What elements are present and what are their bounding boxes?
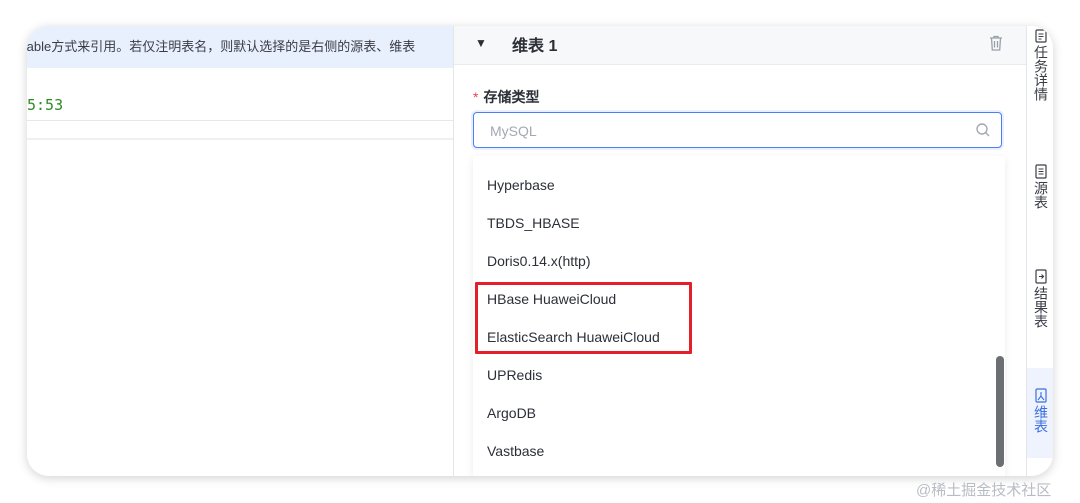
right-side-rail: 任务详情 源表 结果表 维表 [1026, 26, 1053, 476]
info-banner: table方式来引用。若仅注明表名，则默认选择的是右侧的源表、维表 [27, 26, 453, 68]
dropdown-option[interactable]: UPRedis [473, 356, 993, 394]
rail-item-label: 结果表 [1033, 286, 1049, 328]
editor-pane: table方式来引用。若仅注明表名，则默认选择的是右侧的源表、维表 5:53 [27, 26, 453, 476]
storage-type-label-text: 存储类型 [483, 89, 540, 105]
task-details-icon [1034, 29, 1047, 43]
dropdown-option[interactable]: TBDS_HBASE [473, 204, 993, 242]
collapse-caret-icon[interactable]: ▼ [475, 36, 487, 50]
app-window: table方式来引用。若仅注明表名，则默认选择的是右侧的源表、维表 5:53 ▼… [27, 26, 1053, 476]
result-table-icon [1034, 269, 1047, 284]
dropdown-option[interactable]: ArgoDB [473, 394, 993, 432]
storage-type-search-input[interactable] [488, 122, 962, 140]
storage-type-label: * 存储类型 [473, 87, 539, 107]
dropdown-scrollbar-thumb[interactable] [996, 356, 1004, 467]
rail-item-dimension-table[interactable]: 维表 [1027, 368, 1053, 458]
divider [27, 120, 453, 121]
required-mark: * [473, 89, 479, 105]
dropdown-option[interactable]: Doris0.14.x(http) [473, 242, 993, 280]
divider [27, 138, 453, 140]
dimension-table-panel: ▼ 维表 1 *存储类型 Hyperbase TBDS_HBASE Doris0… [454, 26, 1026, 476]
rail-item-label: 任务详情 [1033, 45, 1049, 101]
highlight-annotation-box [475, 282, 692, 354]
rail-item-label: 源表 [1033, 181, 1049, 209]
rail-item-source-table[interactable]: 源表 [1027, 164, 1053, 234]
rail-item-label: 维表 [1033, 405, 1049, 433]
panel-header: ▼ 维表 1 [454, 26, 1026, 65]
watermark: @稀土掘金技术社区 [916, 482, 1052, 499]
storage-type-select[interactable] [473, 112, 1002, 148]
panel-title: 维表 1 [512, 38, 558, 55]
code-line-text: 5:53 [27, 96, 64, 114]
trash-icon[interactable] [988, 34, 1004, 52]
rail-item-task-details[interactable]: 任务详情 [1027, 26, 1053, 134]
source-table-icon [1034, 164, 1047, 179]
dropdown-option[interactable]: Vastbase [473, 432, 993, 470]
search-icon [976, 123, 990, 137]
rail-item-result-table[interactable]: 结果表 [1027, 269, 1053, 359]
info-banner-text: table方式来引用。若仅注明表名，则默认选择的是右侧的源表、维表 [27, 39, 416, 54]
dimension-table-icon [1034, 388, 1047, 403]
dropdown-option[interactable]: Hyperbase [473, 166, 993, 204]
